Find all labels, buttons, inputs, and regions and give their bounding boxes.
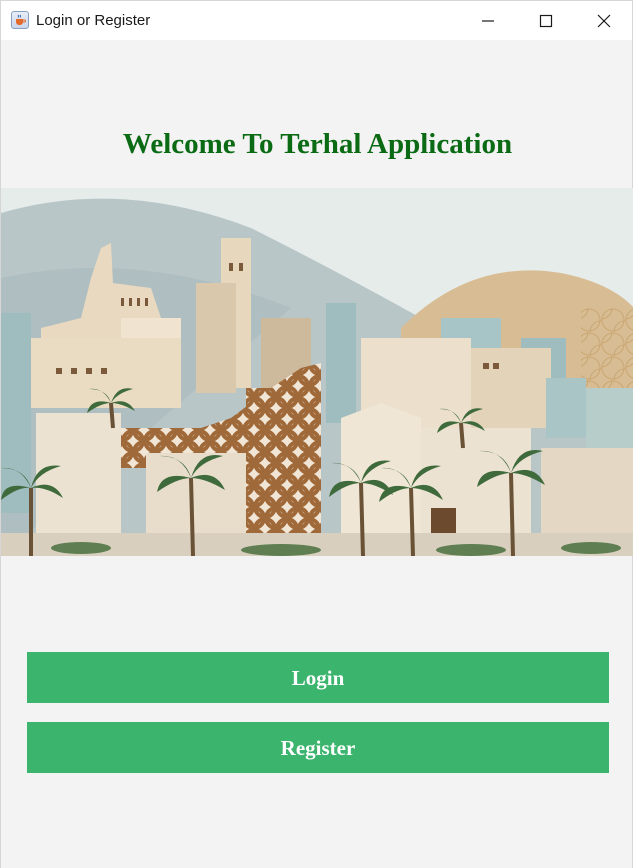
close-button[interactable]: [575, 1, 633, 40]
login-button[interactable]: Login: [27, 652, 609, 703]
page-title: Welcome To Terhal Application: [122, 128, 513, 160]
register-button[interactable]: Register: [27, 722, 609, 773]
maximize-button[interactable]: [517, 1, 575, 40]
maximize-icon: [539, 14, 553, 28]
minimize-icon: [482, 20, 494, 22]
title-bar[interactable]: Login or Register: [1, 1, 632, 40]
java-cup-icon: [11, 11, 29, 29]
window-title: Login or Register: [36, 12, 151, 29]
content-panel: Welcome To Terhal Application Login Regi…: [1, 40, 633, 868]
banner-image: [1, 188, 633, 556]
minimize-button[interactable]: [459, 1, 517, 40]
close-icon: [597, 14, 611, 28]
app-window: Login or Register Welcome To Terhal Appl…: [0, 0, 633, 868]
